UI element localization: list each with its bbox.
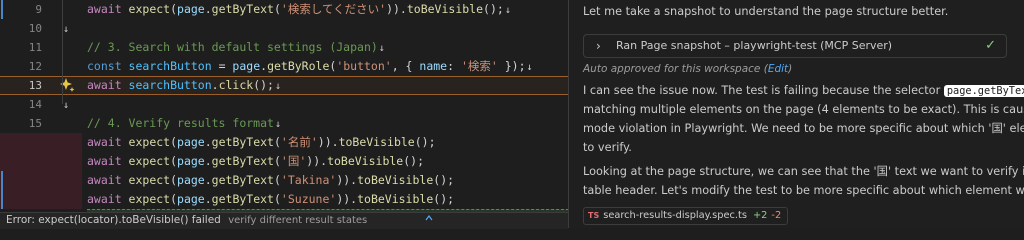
chat-paragraph-2-line-2: table header. Let's modify the test to b… xyxy=(583,184,1024,197)
code-line[interactable]: 12 const searchButton = page.getByRole('b… xyxy=(0,57,568,76)
lines-removed: -2 xyxy=(771,210,782,221)
code-text: await expect(page.getByText('国')).toBeVi… xyxy=(87,154,425,168)
deleted-line-gutter xyxy=(0,152,82,171)
code-text: // 3. Search with default settings (Japa… xyxy=(87,40,385,54)
line-end-icon: ↓ xyxy=(63,100,70,111)
error-message: Error: expect(locator).toBeVisible() fai… xyxy=(6,214,221,226)
code-text: ↓ xyxy=(62,19,69,39)
line-end-icon: ↓ xyxy=(63,24,70,35)
line-number: 9 xyxy=(35,3,42,16)
code-line[interactable]: 9 await expect(page.getByText('検索してください')… xyxy=(0,0,568,19)
code-text: const searchButton = page.getByRole('but… xyxy=(87,59,533,73)
code-line[interactable]: await expect(page.getByText('Takina')).t… xyxy=(0,171,568,190)
tool-call-summary[interactable]: › Ran Page snapshot – playwright-test (M… xyxy=(583,34,1007,58)
lines-added: +2 xyxy=(752,210,768,221)
code-editor[interactable]: 9 await expect(page.getByText('検索してください')… xyxy=(0,0,568,212)
typescript-file-icon: TS xyxy=(588,211,600,220)
line-number: 15 xyxy=(28,117,42,130)
code-line[interactable]: await expect(page.getByText('国')).toBeVi… xyxy=(0,152,568,171)
line-number: 12 xyxy=(28,60,42,73)
chat-paragraph-2-line-1: Looking at the page structure, we can se… xyxy=(583,165,1024,178)
indent-guide xyxy=(62,0,63,104)
diff-change-bar xyxy=(1,0,3,19)
chat-paragraph-1-line-4: to verify. xyxy=(583,141,632,154)
deleted-line-gutter xyxy=(0,171,82,190)
inline-code: page.getByText('国') xyxy=(943,85,1024,97)
code-text: // 4. Verify results format↓ xyxy=(87,116,281,130)
current-line-highlight xyxy=(0,76,568,95)
chat-paragraph-1-line-3: mode violation in Playwright. We need to… xyxy=(583,122,1024,135)
edited-file-chip[interactable]: TS search-results-display.spec.ts +2 -2 xyxy=(583,207,789,225)
chat-paragraph-1-line-2: matching multiple elements on the page (… xyxy=(583,103,1024,116)
chevron-right-icon[interactable]: › xyxy=(596,35,601,57)
error-status-bar[interactable]: Error: expect(locator).toBeVisible() fai… xyxy=(0,212,568,229)
line-end-icon: ↓ xyxy=(274,119,281,130)
deleted-line-gutter xyxy=(0,133,82,152)
code-text: ↓ xyxy=(62,95,69,115)
code-line[interactable]: 10 ↓ xyxy=(0,19,568,38)
line-number: 13 xyxy=(28,79,42,92)
chat-intro: Let me take a snapshot to understand the… xyxy=(583,5,949,18)
code-line[interactable]: 14 ↓ xyxy=(0,95,568,114)
code-text: await expect(page.getByText('検索してください'))… xyxy=(87,2,511,16)
line-end-icon: ↓ xyxy=(378,43,385,54)
code-line[interactable]: 11 // 3. Search with default settings (Ja… xyxy=(0,38,568,57)
line-end-icon: ↓ xyxy=(504,5,511,16)
code-text: await expect(page.getByText('Takina')).t… xyxy=(87,173,455,187)
diff-change-bar xyxy=(1,171,3,209)
file-name: search-results-display.spec.ts xyxy=(603,210,747,221)
line-number: 11 xyxy=(28,41,42,54)
code-text: await expect(page.getByText('名前')).toBeV… xyxy=(87,135,436,149)
line-number: 14 xyxy=(28,98,42,111)
error-hint: verify different result states xyxy=(228,215,368,226)
code-line[interactable]: 15 // 4. Verify results format↓ xyxy=(0,114,568,133)
code-text: await searchButton.click();↓ xyxy=(87,78,282,92)
deleted-line-gutter xyxy=(0,190,82,209)
caret-up-icon xyxy=(425,215,433,221)
code-line[interactable]: await expect(page.getByText('名前')).toBeV… xyxy=(0,133,568,152)
line-end-icon: ↓ xyxy=(274,81,282,92)
code-line[interactable]: 13 await searchButton.click();↓ xyxy=(0,76,568,95)
tool-call-label: Ran Page snapshot – playwright-test (MCP… xyxy=(616,39,893,52)
code-line[interactable]: await expect(page.getByText('Suzune')).t… xyxy=(0,190,568,209)
chat-panel: Let me take a snapshot to understand the… xyxy=(569,0,1024,228)
chat-paragraph-1-line-1: I can see the issue now. The test is fai… xyxy=(583,81,1024,101)
code-text: await expect(page.getByText('Suzune')).t… xyxy=(87,192,455,206)
edit-link[interactable]: Edit xyxy=(768,63,788,75)
check-icon: ✓ xyxy=(985,38,996,53)
auto-approved-note: Auto approved for this workspace (Edit) xyxy=(583,63,793,75)
line-number: 10 xyxy=(28,22,42,35)
line-end-icon: ↓ xyxy=(526,62,533,73)
